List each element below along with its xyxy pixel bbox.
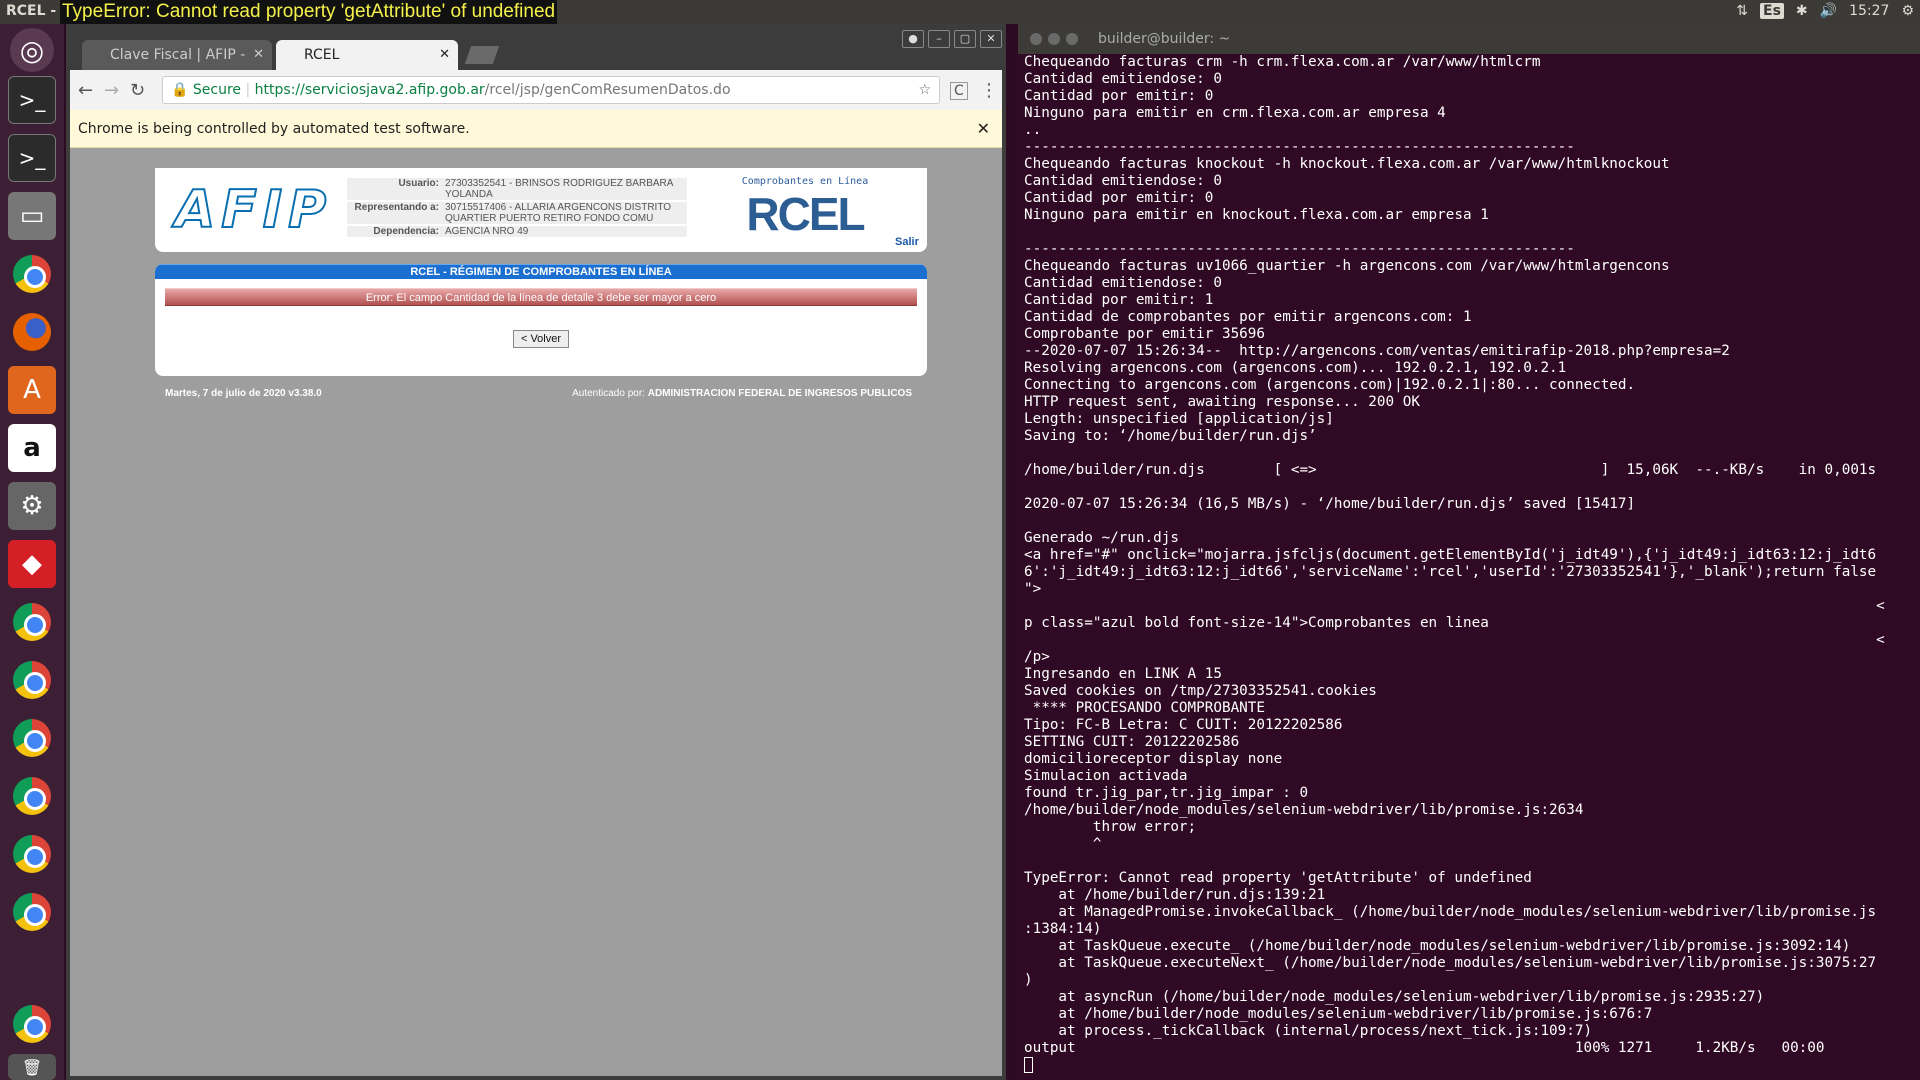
ubuntu-logo-icon[interactable]: ◎ bbox=[10, 28, 54, 72]
software-center-icon[interactable]: A bbox=[8, 366, 56, 414]
browser-toolbar: ← → ↻ 🔒 Secure | https://serviciosjava2.… bbox=[70, 70, 1002, 110]
infobar-text: Chrome is being controlled by automated … bbox=[78, 121, 470, 137]
page-viewport: AFIP Usuario: 27303352541 - BRINSOS RODR… bbox=[70, 148, 1002, 1076]
dependencia-row: Dependencia: AGENCIA NRO 49 bbox=[347, 226, 687, 237]
rcel-caption: Comprobantes en Línea bbox=[741, 176, 869, 187]
close-tab-icon[interactable]: ✕ bbox=[439, 40, 450, 70]
window-controls: ● – ▢ ✕ bbox=[902, 30, 1002, 48]
file-manager-icon[interactable]: ▭ bbox=[8, 192, 56, 240]
menu-icon[interactable]: ⋮ bbox=[980, 80, 998, 101]
keyboard-layout-indicator[interactable]: Es bbox=[1760, 3, 1784, 19]
close-icon[interactable] bbox=[1030, 33, 1042, 45]
user-info: Usuario: 27303352541 - BRINSOS RODRIGUEZ… bbox=[347, 178, 687, 239]
launcher: ◎ >_ >_ ▭ A a ⚙ ◆ 🗑 bbox=[0, 24, 64, 1080]
panel-title: RCEL - RÉGIMEN DE COMPROBANTES EN LÍNEA bbox=[155, 264, 927, 279]
minimize-icon[interactable]: – bbox=[928, 30, 950, 48]
tab-rcel[interactable]: RCEL ✕ bbox=[276, 40, 458, 70]
settings-tool-icon[interactable]: ⚙ bbox=[8, 482, 56, 530]
footer-auth: Autenticado por: ADMINISTRACION FEDERAL … bbox=[572, 388, 912, 399]
chrome-stack-icon[interactable] bbox=[8, 888, 56, 936]
error-message: Error: El campo Cantidad de la línea de … bbox=[165, 288, 917, 306]
representando-value: 30715517406 - ALLARIA ARGENCONS DISTRITO… bbox=[445, 202, 672, 224]
terminal-titlebar: builder@builder: ~ bbox=[1018, 24, 1920, 54]
url-path: /rcel/jsp/genComResumenDatos.do bbox=[484, 82, 731, 98]
amazon-icon[interactable]: a bbox=[8, 424, 56, 472]
error-panel: RCEL - RÉGIMEN DE COMPROBANTES EN LÍNEA … bbox=[155, 264, 927, 376]
tab-label: Clave Fiscal | AFIP - bbox=[110, 47, 246, 63]
rcel-logo-text: RCEL bbox=[746, 188, 865, 240]
chrome-icon[interactable] bbox=[8, 772, 56, 820]
maximize-icon[interactable] bbox=[1066, 33, 1078, 45]
chrome-icon[interactable] bbox=[8, 830, 56, 878]
forward-icon[interactable]: → bbox=[104, 80, 119, 101]
volver-button[interactable]: < Volver bbox=[513, 330, 569, 348]
representando-label: Representando a: bbox=[354, 202, 439, 213]
network-icon[interactable]: ⇅ bbox=[1736, 3, 1748, 19]
extension-icon[interactable]: C bbox=[950, 82, 968, 100]
footer-date: Martes, 7 de julio de 2020 v3.38.0 bbox=[165, 388, 322, 399]
chrome-icon[interactable] bbox=[8, 1000, 56, 1048]
terminal-cursor bbox=[1024, 1057, 1033, 1073]
close-tab-icon[interactable]: ✕ bbox=[253, 40, 264, 70]
usuario-value: 27303352541 - BRINSOS RODRIGUEZ BARBARA … bbox=[445, 178, 673, 200]
dependencia-label: Dependencia: bbox=[373, 226, 439, 237]
chrome-icon[interactable] bbox=[8, 598, 56, 646]
chrome-icon[interactable] bbox=[8, 250, 56, 298]
volume-icon[interactable]: 🔊 bbox=[1820, 3, 1837, 19]
usuario-row: Usuario: 27303352541 - BRINSOS RODRIGUEZ… bbox=[347, 178, 687, 200]
back-icon[interactable]: ← bbox=[78, 80, 93, 101]
profile-icon[interactable]: ● bbox=[902, 30, 924, 48]
system-tray: ⇅ Es ✱ 🔊 15:27 ⚙ bbox=[1736, 3, 1914, 19]
reload-icon[interactable]: ↻ bbox=[130, 80, 145, 101]
minimize-icon[interactable] bbox=[1048, 33, 1060, 45]
terminal-icon[interactable]: >_ bbox=[8, 76, 56, 124]
clock[interactable]: 15:27 bbox=[1849, 3, 1889, 19]
rcel-logo: Comprobantes en Línea RCEL bbox=[725, 176, 885, 246]
chrome-window: Clave Fiscal | AFIP - ✕ RCEL ✕ ● – ▢ ✕ ←… bbox=[66, 24, 1006, 1080]
footer-auth-value: ADMINISTRACION FEDERAL DE INGRESOS PUBLI… bbox=[647, 388, 912, 399]
url-host: https://serviciosjava2.afip.gob.ar bbox=[254, 82, 485, 98]
representando-row: Representando a: 30715517406 - ALLARIA A… bbox=[347, 202, 687, 224]
new-tab-button[interactable] bbox=[464, 46, 500, 64]
chrome-icon[interactable] bbox=[8, 714, 56, 762]
afip-header: AFIP Usuario: 27303352541 - BRINSOS RODR… bbox=[155, 168, 927, 252]
error-overlay: TypeError: Cannot read property 'getAttr… bbox=[60, 0, 558, 24]
lock-icon: 🔒 bbox=[171, 82, 189, 98]
terminal-text: Chequeando facturas crm -h crm.flexa.com… bbox=[1024, 54, 1885, 1056]
chrome-icon[interactable] bbox=[8, 656, 56, 704]
terminal-output[interactable]: Chequeando facturas crm -h crm.flexa.com… bbox=[1024, 54, 1918, 1074]
bluetooth-icon[interactable]: ✱ bbox=[1796, 3, 1808, 19]
address-bar[interactable]: 🔒 Secure | https://serviciosjava2.afip.g… bbox=[162, 76, 940, 104]
tab-label: RCEL bbox=[304, 47, 340, 63]
tab-clave-fiscal[interactable]: Clave Fiscal | AFIP - ✕ bbox=[82, 40, 272, 70]
firefox-icon[interactable] bbox=[8, 308, 56, 356]
automation-infobar: Chrome is being controlled by automated … bbox=[70, 110, 1002, 148]
afip-logo: AFIP bbox=[174, 179, 333, 241]
terminal-title: builder@builder: ~ bbox=[1098, 31, 1231, 47]
footer-auth-label: Autenticado por: bbox=[572, 388, 645, 399]
maximize-icon[interactable]: ▢ bbox=[954, 30, 976, 48]
tab-bar: Clave Fiscal | AFIP - ✕ RCEL ✕ ● – ▢ ✕ bbox=[66, 24, 1006, 70]
dependencia-value: AGENCIA NRO 49 bbox=[445, 226, 529, 237]
terminal-icon[interactable]: >_ bbox=[8, 134, 56, 182]
terminal-window[interactable]: builder@builder: ~ Chequeando facturas c… bbox=[1018, 24, 1920, 1080]
terminal-window-controls bbox=[1030, 33, 1078, 45]
system-top-bar: RCEL - Google Chrome TypeError: Cannot r… bbox=[0, 0, 1920, 24]
settings-icon[interactable]: ⚙ bbox=[1901, 3, 1914, 19]
usuario-label: Usuario: bbox=[398, 178, 439, 189]
close-infobar-icon[interactable]: ✕ bbox=[977, 110, 990, 148]
trash-icon[interactable]: 🗑 bbox=[8, 1054, 56, 1080]
salir-link[interactable]: Salir bbox=[895, 236, 919, 248]
bookmark-star-icon[interactable]: ☆ bbox=[918, 77, 931, 103]
secure-label: Secure bbox=[192, 82, 242, 98]
anydesk-icon[interactable]: ◆ bbox=[8, 540, 56, 588]
close-icon[interactable]: ✕ bbox=[980, 30, 1002, 48]
